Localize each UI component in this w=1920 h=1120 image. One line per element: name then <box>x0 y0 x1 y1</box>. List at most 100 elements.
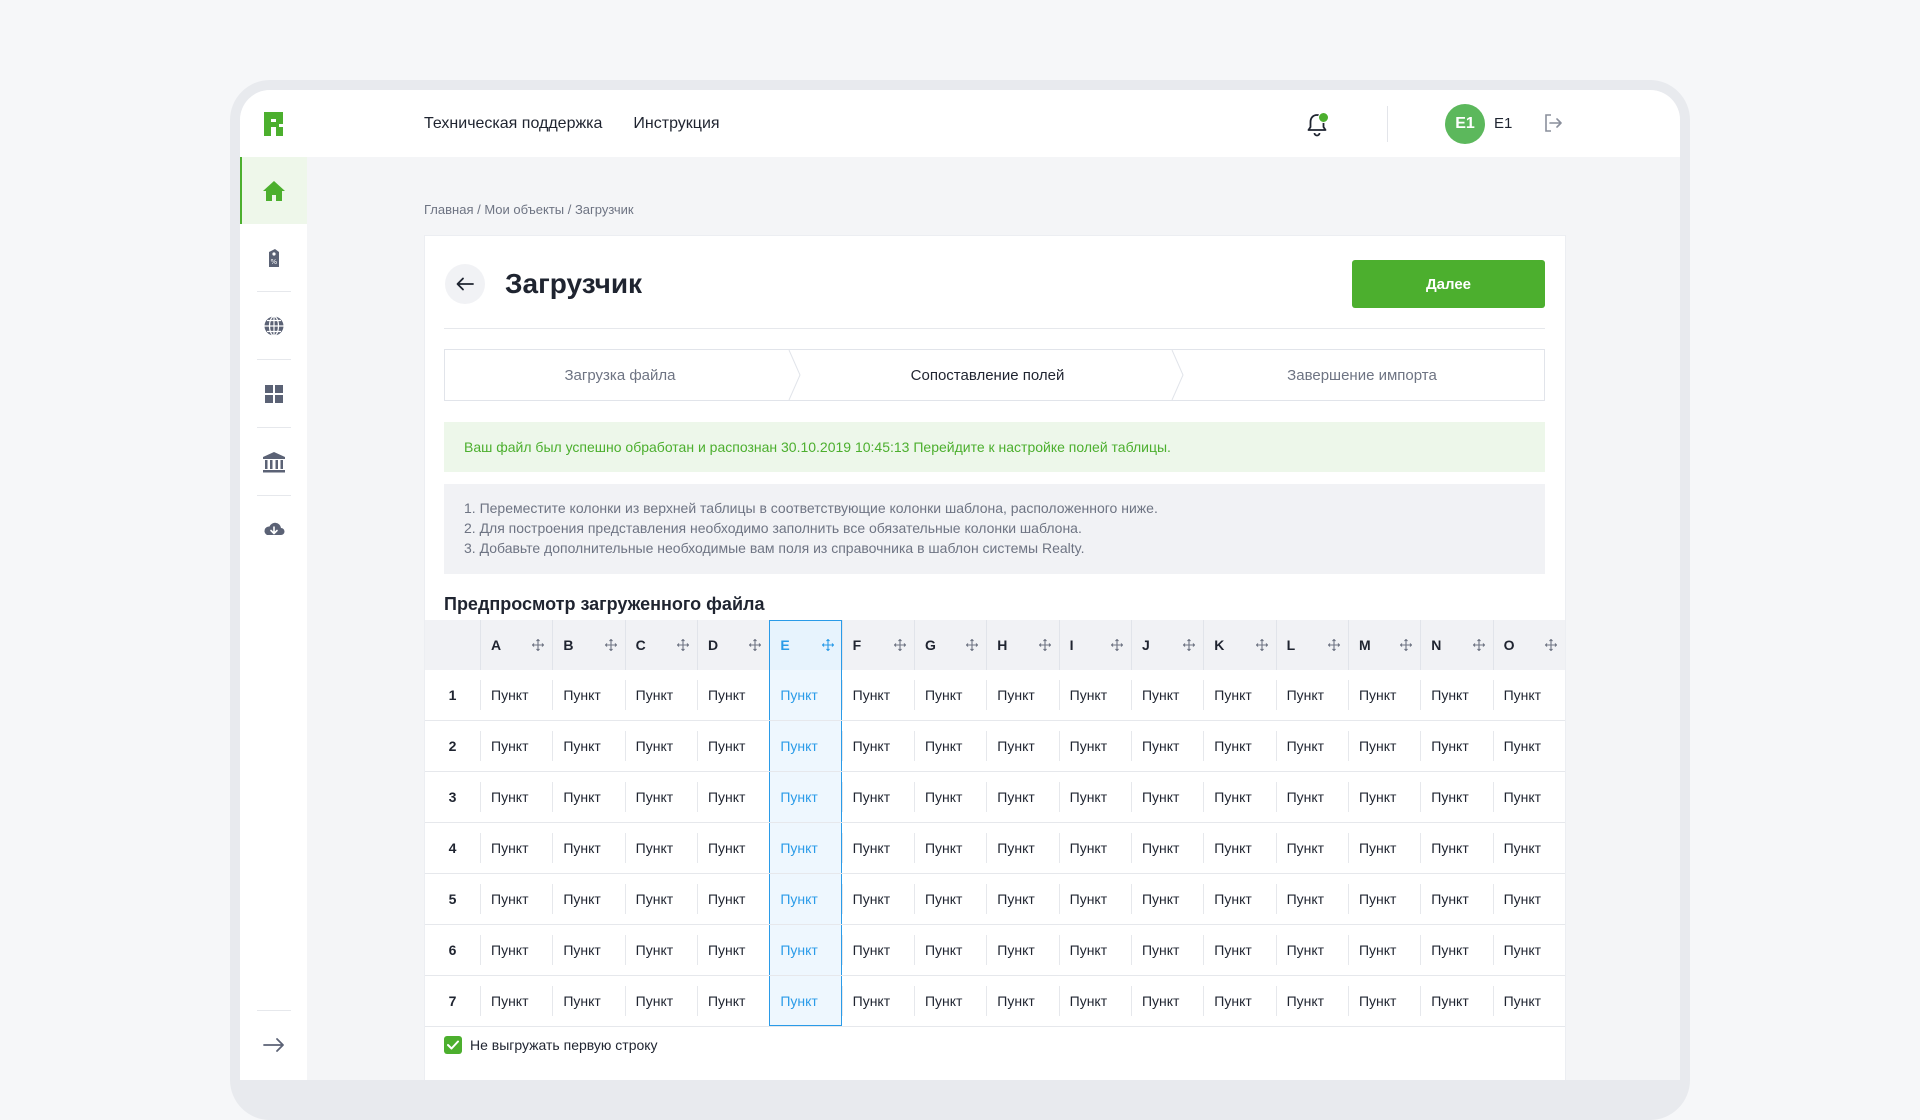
table-cell[interactable]: Пункт <box>696 822 770 874</box>
table-cell[interactable]: Пункт <box>1420 720 1493 772</box>
table-cell[interactable]: Пункт <box>624 670 697 721</box>
table-cell[interactable]: Пункт <box>1420 873 1493 925</box>
table-cell[interactable]: Пункт <box>480 771 553 823</box>
column-header-j[interactable]: J <box>1130 620 1204 670</box>
column-header-k[interactable]: K <box>1203 620 1276 670</box>
table-cell[interactable]: Пункт <box>1130 771 1204 823</box>
table-cell[interactable]: Пункт <box>552 873 625 925</box>
column-header-l[interactable]: L <box>1275 620 1348 670</box>
table-cell[interactable]: Пункт <box>1203 670 1276 721</box>
column-header-c[interactable]: C <box>624 620 697 670</box>
table-cell[interactable]: Пункт <box>913 822 987 874</box>
table-cell[interactable]: Пункт <box>1203 873 1276 925</box>
table-cell[interactable]: Пункт <box>1347 924 1421 976</box>
column-drag-handle[interactable]: C <box>624 620 697 670</box>
table-cell[interactable]: Пункт <box>1492 873 1565 925</box>
table-cell[interactable]: Пункт <box>552 771 625 823</box>
table-cell[interactable]: Пункт <box>1058 924 1131 976</box>
table-cell[interactable]: Пункт <box>1492 720 1565 772</box>
table-cell[interactable]: Пункт <box>480 975 553 1027</box>
column-drag-handle[interactable]: M <box>1347 620 1420 670</box>
table-cell[interactable]: Пункт <box>913 771 987 823</box>
column-drag-handle[interactable]: B <box>552 620 624 670</box>
table-cell[interactable]: Пункт <box>1203 720 1276 772</box>
table-cell[interactable]: Пункт <box>841 670 914 721</box>
table-cell[interactable]: Пункт <box>1275 822 1348 874</box>
avatar[interactable]: E1 <box>1445 104 1485 144</box>
column-header-n[interactable]: N <box>1420 620 1493 670</box>
table-cell[interactable]: Пункт <box>769 771 842 823</box>
table-cell[interactable]: Пункт <box>1058 975 1131 1027</box>
step-mapping[interactable]: Сопоставление полей <box>795 350 1180 400</box>
table-cell[interactable]: Пункт <box>769 975 842 1027</box>
table-cell[interactable]: Пункт <box>1275 924 1348 976</box>
table-cell[interactable]: Пункт <box>696 975 770 1027</box>
table-cell[interactable]: Пункт <box>913 975 987 1027</box>
table-cell[interactable]: Пункт <box>1275 975 1348 1027</box>
table-cell[interactable]: Пункт <box>1203 975 1276 1027</box>
column-header-f[interactable]: F <box>841 620 914 670</box>
breadcrumb[interactable]: Главная / Мои объекты / Загрузчик <box>424 202 634 217</box>
table-cell[interactable]: Пункт <box>1058 771 1131 823</box>
table-cell[interactable]: Пункт <box>696 670 770 721</box>
step-finish[interactable]: Завершение импорта <box>1180 350 1544 400</box>
table-cell[interactable]: Пункт <box>986 720 1059 772</box>
sidebar-collapse-button[interactable] <box>240 1011 307 1078</box>
column-header-h[interactable]: H <box>986 620 1059 670</box>
column-drag-handle[interactable]: H <box>986 620 1058 670</box>
table-cell[interactable]: Пункт <box>1420 670 1493 721</box>
table-cell[interactable]: Пункт <box>552 670 625 721</box>
table-cell[interactable]: Пункт <box>1492 670 1565 721</box>
table-cell[interactable]: Пункт <box>1420 822 1493 874</box>
table-cell[interactable]: Пункт <box>1347 975 1421 1027</box>
table-cell[interactable]: Пункт <box>986 975 1059 1027</box>
table-cell[interactable]: Пункт <box>913 720 987 772</box>
table-cell[interactable]: Пункт <box>624 924 697 976</box>
table-cell[interactable]: Пункт <box>480 822 553 874</box>
table-cell[interactable]: Пункт <box>1347 873 1421 925</box>
column-drag-handle[interactable]: D <box>696 620 769 670</box>
table-cell[interactable]: Пункт <box>1420 924 1493 976</box>
table-cell[interactable]: Пункт <box>1058 720 1131 772</box>
table-cell[interactable]: Пункт <box>480 873 553 925</box>
table-cell[interactable]: Пункт <box>1130 924 1204 976</box>
checkbox-checked[interactable] <box>444 1036 462 1054</box>
column-drag-handle[interactable]: K <box>1203 620 1275 670</box>
sidebar-item-home[interactable] <box>240 157 307 224</box>
table-cell[interactable]: Пункт <box>986 822 1059 874</box>
table-cell[interactable]: Пункт <box>1203 822 1276 874</box>
nav-support-link[interactable]: Техническая поддержка <box>424 115 602 133</box>
table-cell[interactable]: Пункт <box>1130 873 1204 925</box>
table-cell[interactable]: Пункт <box>986 924 1059 976</box>
table-cell[interactable]: Пункт <box>913 924 987 976</box>
table-cell[interactable]: Пункт <box>1347 822 1421 874</box>
table-cell[interactable]: Пункт <box>1347 720 1421 772</box>
logout-icon[interactable] <box>1542 112 1564 134</box>
table-cell[interactable]: Пункт <box>552 924 625 976</box>
table-cell[interactable]: Пункт <box>624 822 697 874</box>
table-cell[interactable]: Пункт <box>696 873 770 925</box>
table-cell[interactable]: Пункт <box>624 975 697 1027</box>
table-cell[interactable]: Пункт <box>1130 670 1204 721</box>
table-cell[interactable]: Пункт <box>1275 771 1348 823</box>
table-cell[interactable]: Пункт <box>696 771 770 823</box>
column-drag-handle[interactable]: L <box>1275 620 1348 670</box>
table-cell[interactable]: Пункт <box>1275 873 1348 925</box>
table-cell[interactable]: Пункт <box>841 873 914 925</box>
table-cell[interactable]: Пункт <box>986 873 1059 925</box>
table-cell[interactable]: Пункт <box>552 975 625 1027</box>
table-cell[interactable]: Пункт <box>1420 771 1493 823</box>
column-drag-handle[interactable]: A <box>480 620 552 670</box>
table-cell[interactable]: Пункт <box>1203 771 1276 823</box>
table-cell[interactable]: Пункт <box>1347 670 1421 721</box>
table-cell[interactable]: Пункт <box>769 822 842 874</box>
sidebar-item-bank[interactable] <box>240 428 307 495</box>
app-logo[interactable] <box>264 112 284 136</box>
step-upload[interactable]: Загрузка файла <box>445 350 795 400</box>
table-cell[interactable]: Пункт <box>841 720 914 772</box>
table-cell[interactable]: Пункт <box>480 720 553 772</box>
column-header-d[interactable]: D <box>696 620 770 670</box>
column-drag-handle[interactable]: F <box>841 620 914 670</box>
table-cell[interactable]: Пункт <box>769 873 842 925</box>
table-cell[interactable]: Пункт <box>552 822 625 874</box>
